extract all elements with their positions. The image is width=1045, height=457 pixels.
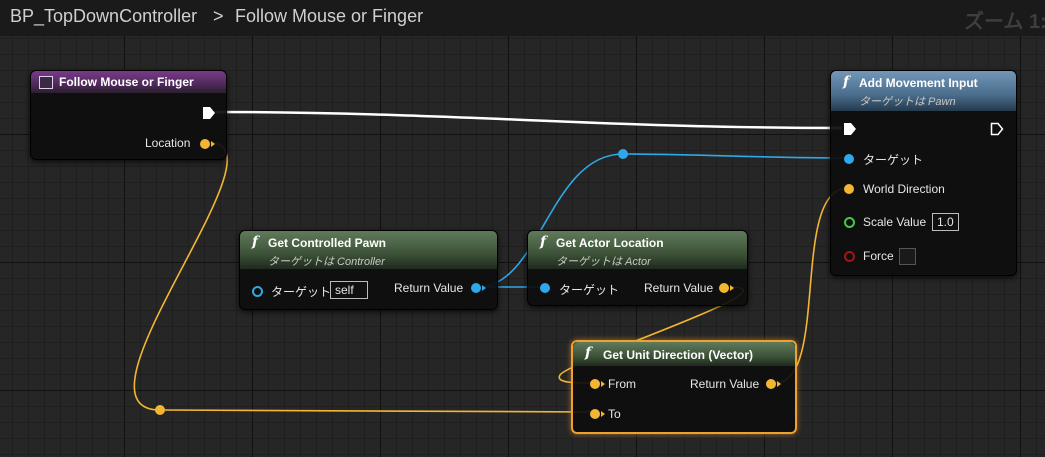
force-checkbox[interactable] <box>899 248 916 265</box>
force-label: Force <box>863 249 894 263</box>
return-pin-arrow <box>777 381 781 387</box>
return-value-pin[interactable] <box>471 283 481 293</box>
return-value-pin[interactable] <box>766 379 776 389</box>
location-pin-arrow <box>211 141 215 147</box>
exec-wire <box>211 110 843 130</box>
get-controlled-pawn-node[interactable]: f Get Controlled Pawn ターゲットは Controller … <box>239 230 498 310</box>
reroute-node-vector <box>155 405 165 415</box>
return-value-label: Return Value <box>644 281 714 295</box>
from-pin[interactable] <box>590 379 600 389</box>
scale-value-input[interactable]: 1.0 <box>932 213 959 231</box>
target-pin[interactable] <box>252 286 263 297</box>
reroute-target-wire <box>622 153 849 159</box>
return-pin-arrow <box>730 285 734 291</box>
exec-out-pin[interactable] <box>990 122 1004 136</box>
to-pin-arrow <box>601 411 605 417</box>
add-movement-subtitle: ターゲットは Pawn <box>859 96 956 108</box>
unit-direction-title: Get Unit Direction (Vector) <box>603 348 754 362</box>
event-graph-icon <box>39 76 53 89</box>
from-pin-arrow <box>601 381 605 387</box>
scale-value-label: Scale Value <box>863 215 927 229</box>
return-pin-arrow <box>482 285 486 291</box>
add-movement-title: Add Movement Input <box>859 76 978 90</box>
get-unit-direction-node[interactable]: f Get Unit Direction (Vector) From Retur… <box>571 340 797 434</box>
get-pawn-subtitle: ターゲットは Controller <box>268 256 385 268</box>
event-node-follow-mouse[interactable]: Follow Mouse or Finger Location <box>30 70 227 160</box>
world-direction-label: World Direction <box>863 182 945 196</box>
from-pin-label: From <box>608 377 636 391</box>
target-pin[interactable] <box>844 154 854 164</box>
target-pin-label: ターゲット <box>863 153 924 167</box>
get-pawn-title: Get Controlled Pawn <box>268 236 387 250</box>
location-pin[interactable] <box>200 139 210 149</box>
get-actor-title: Get Actor Location <box>556 236 664 250</box>
location-pin-label: Location <box>145 136 191 150</box>
return-value-label: Return Value <box>690 377 760 391</box>
world-direction-pin[interactable] <box>844 184 854 194</box>
force-pin[interactable] <box>844 251 855 262</box>
target-pin-label: ターゲット <box>271 285 332 299</box>
reroute-node-object <box>618 149 628 159</box>
target-self-input[interactable]: self <box>330 281 368 299</box>
exec-out-pin[interactable] <box>202 106 216 120</box>
to-pin[interactable] <box>590 409 600 419</box>
get-actor-location-node[interactable]: f Get Actor Location ターゲットは Actor ターゲット … <box>527 230 748 306</box>
target-pin-label: ターゲット <box>559 283 620 297</box>
to-pin-label: To <box>608 407 621 421</box>
function-icon: f <box>252 234 259 250</box>
scale-value-pin[interactable] <box>844 217 855 228</box>
location-wire <box>133 142 228 411</box>
return-value-pin[interactable] <box>719 283 729 293</box>
reroute-to-wire <box>159 409 594 413</box>
target-pin[interactable] <box>540 283 550 293</box>
function-icon: f <box>843 74 850 90</box>
add-movement-input-node[interactable]: f Add Movement Input ターゲットは Pawn ターゲット W… <box>830 70 1017 276</box>
function-icon: f <box>540 234 547 250</box>
return-value-label: Return Value <box>394 281 464 295</box>
get-actor-subtitle: ターゲットは Actor <box>556 256 651 268</box>
exec-in-pin[interactable] <box>843 122 857 136</box>
function-icon: f <box>585 345 592 361</box>
event-node-title: Follow Mouse or Finger <box>59 75 194 89</box>
